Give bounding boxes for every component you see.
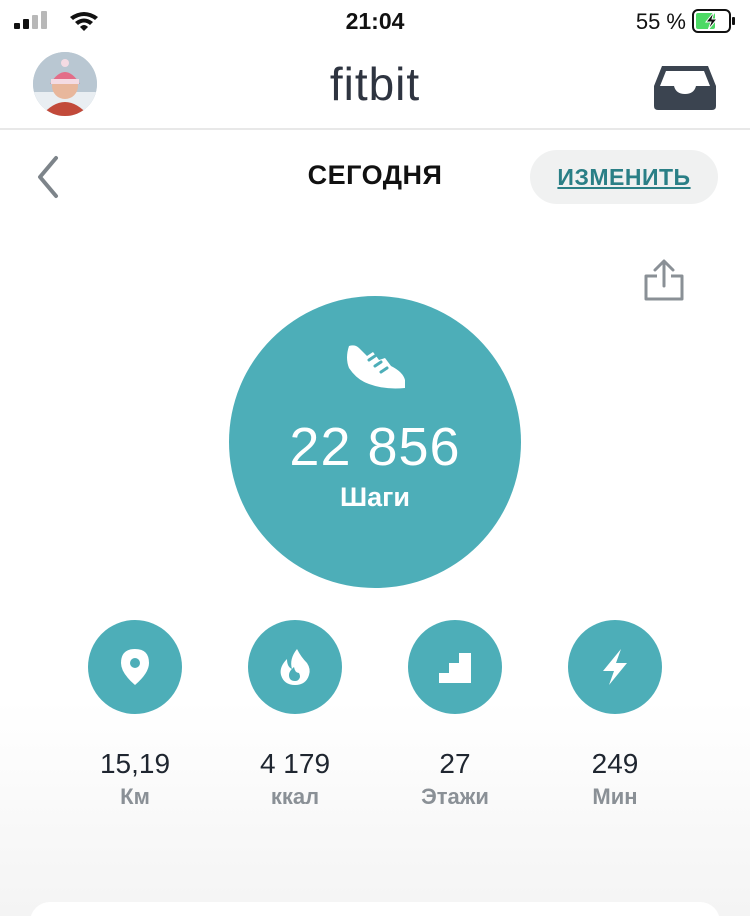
shoe-icon [347, 345, 405, 389]
app-logo: fitbit [329, 58, 421, 110]
battery-percent: 55 % [635, 9, 686, 34]
stat-calories[interactable]: 4 179 ккал [220, 620, 370, 820]
active-minutes-value: 249 [591, 748, 639, 779]
lightning-icon [603, 649, 627, 685]
edit-button[interactable]: ИЗМЕНИТЬ [530, 150, 718, 204]
distance-unit: Км [120, 784, 150, 809]
calories-value: 4 179 [259, 748, 331, 779]
floors-circle [408, 620, 502, 714]
calories-circle [248, 620, 342, 714]
stat-active-minutes[interactable]: 249 Мин [540, 620, 690, 820]
distance-circle [88, 620, 182, 714]
stairs-icon [439, 653, 471, 683]
distance-value: 15,19 [99, 748, 171, 779]
share-icon[interactable] [642, 258, 686, 302]
stat-floors[interactable]: 27 Этажи [380, 620, 530, 820]
status-bar: 21:04 55 % [0, 0, 750, 44]
floors-unit: Этажи [421, 784, 489, 809]
active-minutes-circle [568, 620, 662, 714]
flame-icon [280, 649, 310, 685]
active-minutes-unit: Мин [592, 784, 638, 809]
date-nav: СЕГОДНЯ ИЗМЕНИТЬ [0, 132, 750, 222]
battery-charging-icon [692, 9, 735, 33]
steps-label: Шаги [340, 482, 410, 512]
app-header: fitbit [0, 44, 750, 130]
next-card[interactable] [30, 902, 720, 916]
steps-tile[interactable]: 22 856 Шаги [229, 296, 521, 588]
location-pin-icon [121, 649, 149, 685]
calories-unit: ккал [270, 784, 320, 809]
floors-value: 27 [439, 748, 471, 779]
steps-value: 22 856 [289, 417, 461, 477]
stat-distance[interactable]: 15,19 Км [60, 620, 210, 820]
inbox-icon[interactable] [654, 64, 716, 110]
